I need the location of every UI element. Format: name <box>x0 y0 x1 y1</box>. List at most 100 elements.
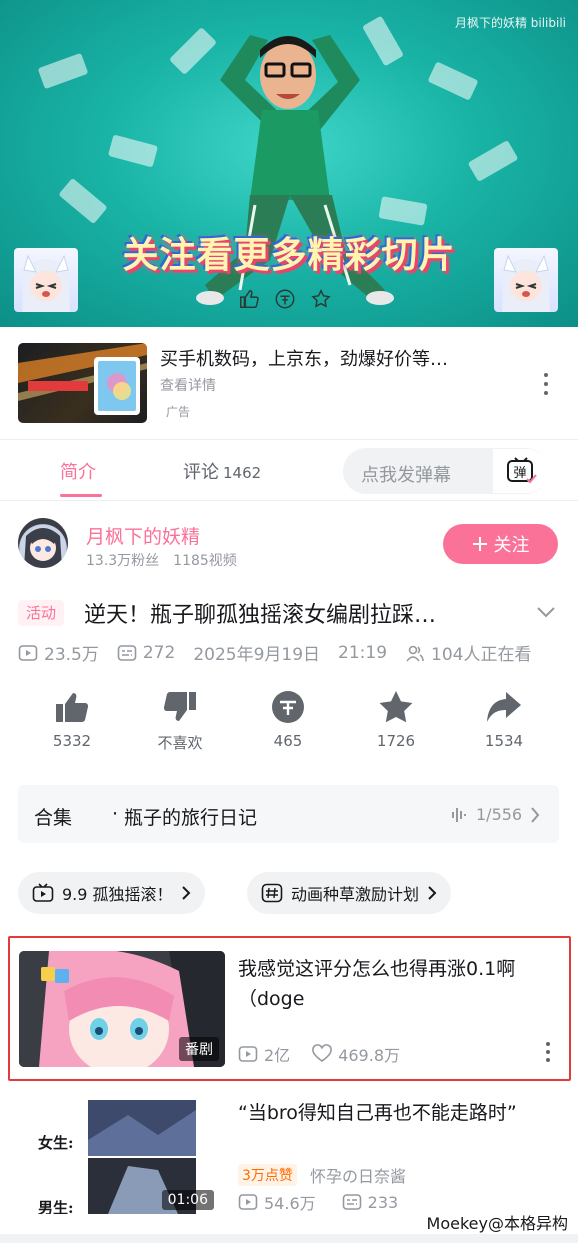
recommended-thumbnail[interactable]: 女生: 男生: 01:06 <box>18 1100 224 1214</box>
follow-button[interactable]: 关注 <box>443 524 558 564</box>
danmaku-input[interactable]: 点我发弹幕 弹 <box>343 448 549 494</box>
uploader-avatar[interactable] <box>18 518 68 568</box>
recommended-thumbnail[interactable]: 番剧 <box>19 951 225 1067</box>
hashtag-icon <box>261 883 283 903</box>
ad-label: 广告 <box>166 405 191 419</box>
thumbs-down-icon <box>163 692 196 721</box>
ad-title[interactable]: 买手机数码，上京东，劲爆好价等… <box>160 345 520 371</box>
recommended-title[interactable]: 我感觉这评分怎么也得再涨0.1啊（doge <box>238 954 548 1014</box>
view-count: 23.5万 <box>44 645 99 665</box>
uploader-name[interactable]: 月枫下的妖精 <box>86 522 200 549</box>
tv-icon <box>32 883 54 902</box>
danmaku-count-icon <box>342 1194 361 1210</box>
collection-card[interactable]: 合集 · 瓶子的旅行日记 1/556 <box>18 785 559 843</box>
star-overlay-icon <box>311 289 331 308</box>
hot-badge: 3万点赞 <box>238 1164 297 1186</box>
share-icon <box>487 692 521 722</box>
watching-count: 104人正在看 <box>431 645 532 665</box>
collection-label: 合集 <box>34 807 73 829</box>
chevron-down-icon[interactable] <box>536 604 556 620</box>
share-count: 1534 <box>484 732 524 750</box>
ad-banner[interactable]: 买手机数码，上京东，劲爆好价等… 查看详情 广告 <box>0 327 578 439</box>
uploader-fans: 13.3万粉丝 <box>86 553 160 569</box>
danmaku-button-label: 弹 <box>513 466 526 481</box>
player-caption: 关注看更多精彩切片 <box>122 235 456 276</box>
recommended-danmaku: 233 <box>367 1192 399 1212</box>
recommended-meta: 2亿 469.8万 <box>238 1042 400 1066</box>
recommended-video-highlighted[interactable]: 番剧 我感觉这评分怎么也得再涨0.1啊（doge 2亿 469.8万 <box>8 936 571 1081</box>
tag-bocchi-label: 9.9 孤独摇滚！ <box>62 885 173 904</box>
thumbs-up-icon <box>56 693 89 722</box>
tag-bocchi[interactable]: 9.9 孤独摇滚！ <box>18 872 205 914</box>
tab-active-indicator <box>60 494 102 497</box>
player-watermark: 月枫下的妖精 bilibili <box>454 16 566 30</box>
recommended-likes: 469.8万 <box>338 1046 400 1065</box>
recommended-video[interactable]: 女生: 男生: 01:06 “当bro得知自己再也不能走路时” 3万点赞 怀孕の… <box>0 1090 578 1230</box>
thumb-label-female: 女生: <box>38 1134 74 1152</box>
play-count-icon <box>238 1046 258 1062</box>
chevron-right-icon <box>428 886 437 900</box>
action-bar: 5332 不喜欢 465 1726 1534 <box>0 690 578 760</box>
video-player[interactable]: 月枫下的妖精 bilibili 关注看更多精彩切片 <box>0 0 578 327</box>
like-count: 5332 <box>52 732 92 750</box>
watching-users-icon <box>406 645 424 662</box>
recommended-title[interactable]: “当bro得知自己再也不能走路时” <box>238 1098 558 1128</box>
danmaku-count: 272 <box>142 642 176 663</box>
coin-icon <box>272 691 304 723</box>
collection-progress-text: 1/556 <box>476 805 523 824</box>
more-options-icon[interactable] <box>542 1042 554 1062</box>
collection-separator: · <box>112 803 119 825</box>
chevron-right-icon <box>531 806 540 823</box>
danmaku-toggle-button[interactable]: 弹 <box>493 449 549 493</box>
like-button[interactable]: 5332 <box>27 690 117 750</box>
plus-icon <box>472 537 487 551</box>
recommended-uploader[interactable]: 怀孕の日奈酱 <box>310 1163 406 1187</box>
equalizer-icon <box>452 807 466 822</box>
danmaku-icon: 弹 <box>507 457 537 484</box>
video-stats: 23.5万 272 2025年9月19日 21:19 104人正在看 <box>18 640 531 665</box>
ad-thumbnail[interactable] <box>18 343 147 423</box>
coin-count: 465 <box>273 732 303 750</box>
bottom-scroll-bar <box>0 1234 578 1243</box>
publish-time: 21:19 <box>338 642 388 663</box>
ad-subtitle[interactable]: 查看详情 <box>160 375 216 395</box>
uploader-videos: 1185视频 <box>173 553 237 569</box>
recommended-meta: 54.6万 233 <box>238 1190 398 1214</box>
vtuber-sticker-right <box>494 248 558 312</box>
favorite-count: 1726 <box>376 732 416 750</box>
collection-name: 瓶子的旅行日记 <box>124 807 258 829</box>
tab-comments[interactable]: 评论 1462 <box>183 458 261 484</box>
play-count-icon <box>18 644 38 661</box>
danmaku-count-icon <box>117 644 137 661</box>
more-options-icon[interactable] <box>538 373 554 395</box>
duration-badge: 01:06 <box>161 1190 214 1210</box>
detail-tabs: 简介 评论 1462 点我发弹幕 弹 <box>0 439 578 501</box>
star-icon <box>379 691 413 723</box>
coin-overlay-icon <box>275 289 295 309</box>
chevron-right-icon <box>181 886 190 900</box>
tag-anime-campaign-label: 动画种草激励计划 <box>291 885 420 904</box>
dislike-button[interactable]: 不喜欢 <box>135 690 225 753</box>
heart-icon <box>312 1044 333 1062</box>
collection-progress: 1/556 <box>450 805 540 824</box>
publish-date: 2025年9月19日 <box>193 645 321 665</box>
activity-badge[interactable]: 活动 <box>18 600 65 626</box>
danmaku-placeholder: 点我发弹幕 <box>361 465 451 486</box>
share-button[interactable]: 1534 <box>459 690 549 750</box>
play-count-icon <box>238 1194 258 1210</box>
screenshot-credit: Moekey@本格异构 <box>424 1210 570 1234</box>
bangumi-badge: 番剧 <box>179 1037 219 1061</box>
uploader-meta: 13.3万粉丝 1185视频 <box>86 550 237 570</box>
coin-button[interactable]: 465 <box>243 690 333 750</box>
favorite-button[interactable]: 1726 <box>351 690 441 750</box>
tag-anime-campaign[interactable]: 动画种草激励计划 <box>247 872 452 914</box>
tab-intro[interactable]: 简介 <box>60 458 96 484</box>
dislike-label: 不喜欢 <box>157 734 203 752</box>
thumbs-up-overlay-icon <box>240 290 259 308</box>
tab-comments-count: 1462 <box>223 464 262 482</box>
thumb-label-male: 男生: <box>38 1199 74 1214</box>
recommended-views: 2亿 <box>264 1046 291 1065</box>
recommended-views: 54.6万 <box>264 1194 316 1213</box>
tab-comments-label: 评论 <box>183 462 219 483</box>
video-title[interactable]: 逆天！瓶子聊孤独摇滚女编剧拉踩… <box>84 597 504 629</box>
